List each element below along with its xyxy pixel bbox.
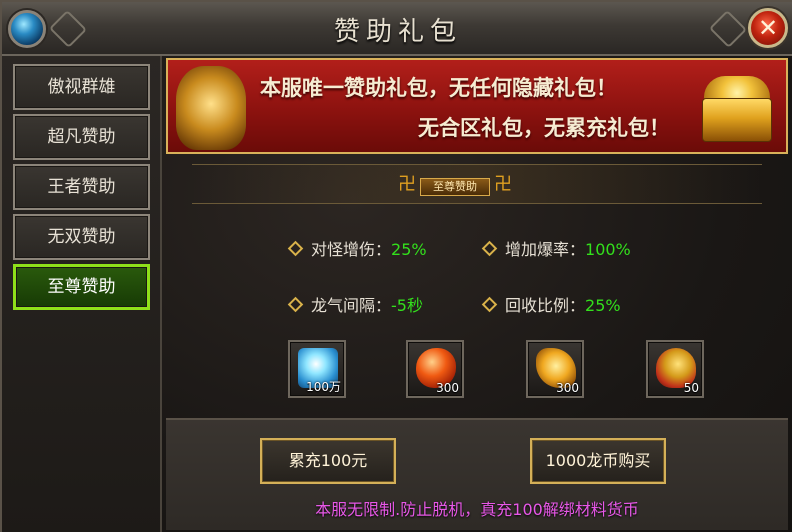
stat-damage-bonus: 对怪增伤：25% — [287, 236, 427, 260]
item-slot-diamond[interactable]: 100万 — [288, 340, 346, 398]
item-quantity: 300 — [436, 381, 459, 395]
diamond-bullet-icon — [287, 296, 304, 313]
sidebar-item-wangzhe[interactable]: 王者赞助 — [13, 164, 150, 210]
close-icon: ✕ — [757, 14, 779, 42]
stat-value: 25% — [585, 296, 621, 315]
treasure-chest-icon — [698, 70, 776, 146]
sidebar-item-zhizun[interactable]: 至尊赞助 — [13, 264, 150, 310]
main-panel: 本服唯一赞助礼包，无任何隐藏礼包！ 无合区礼包，无累充礼包！ 卍 至尊赞助 卍 … — [162, 56, 792, 532]
sidebar-item-aoshi[interactable]: 傲视群雄 — [13, 64, 150, 110]
item-slot-gold-pouch[interactable]: 50 — [646, 340, 704, 398]
stat-recycle-ratio: 回收比例：25% — [481, 292, 621, 316]
recharge-100-button[interactable]: 累充100元 — [260, 438, 396, 484]
item-quantity: 100万 — [306, 380, 341, 394]
ornament-icon: 卍 — [494, 174, 512, 195]
stat-label: 回收比例： — [505, 296, 586, 315]
item-quantity: 300 — [556, 381, 579, 395]
stat-value: -5秒 — [391, 296, 423, 315]
promo-banner: 本服唯一赞助礼包，无任何隐藏礼包！ 无合区礼包，无累充礼包！ — [166, 58, 788, 154]
stat-label: 龙气间隔： — [311, 296, 392, 315]
sidebar-item-wushuang[interactable]: 无双赞助 — [13, 214, 150, 260]
tier-label: 至尊赞助 — [420, 178, 490, 196]
banner-headline: 本服唯一赞助礼包，无任何隐藏礼包！ — [260, 76, 617, 100]
title-bar: 赞助礼包 ✕ — [2, 2, 792, 56]
stat-drop-rate: 增加爆率：100% — [481, 236, 631, 260]
window-title: 赞助礼包 — [333, 17, 462, 47]
notice-text: 本服无限制.防止脱机，真充100解绑材料货币 — [315, 500, 639, 519]
sponsor-window: 赞助礼包 ✕ 傲视群雄 超凡赞助 王者赞助 无双赞助 至尊赞助 本服唯一赞助礼包… — [0, 0, 792, 532]
diamond-bullet-icon — [481, 240, 498, 257]
golden-dragon-icon — [176, 66, 246, 150]
item-slot-gold-ore[interactable]: 300 — [526, 340, 584, 398]
banner-subline: 无合区礼包，无累充礼包！ — [418, 116, 670, 140]
stat-dragon-interval: 龙气间隔：-5秒 — [287, 292, 423, 316]
sidebar: 傲视群雄 超凡赞助 王者赞助 无双赞助 至尊赞助 — [2, 56, 162, 532]
stat-label: 对怪增伤： — [311, 240, 392, 259]
sidebar-item-chaofan[interactable]: 超凡赞助 — [13, 114, 150, 160]
stat-value: 25% — [391, 240, 427, 259]
stat-value: 100% — [585, 240, 631, 259]
stat-label: 增加爆率： — [505, 240, 586, 259]
diamond-bullet-icon — [287, 240, 304, 257]
ornament-icon: 卍 — [398, 174, 416, 195]
diamond-bullet-icon — [481, 296, 498, 313]
close-button[interactable]: ✕ — [748, 8, 788, 48]
item-slot-red-gem[interactable]: 300 — [406, 340, 464, 398]
item-quantity: 50 — [683, 381, 699, 395]
buy-with-dragon-coin-button[interactable]: 1000龙币购买 — [530, 438, 666, 484]
